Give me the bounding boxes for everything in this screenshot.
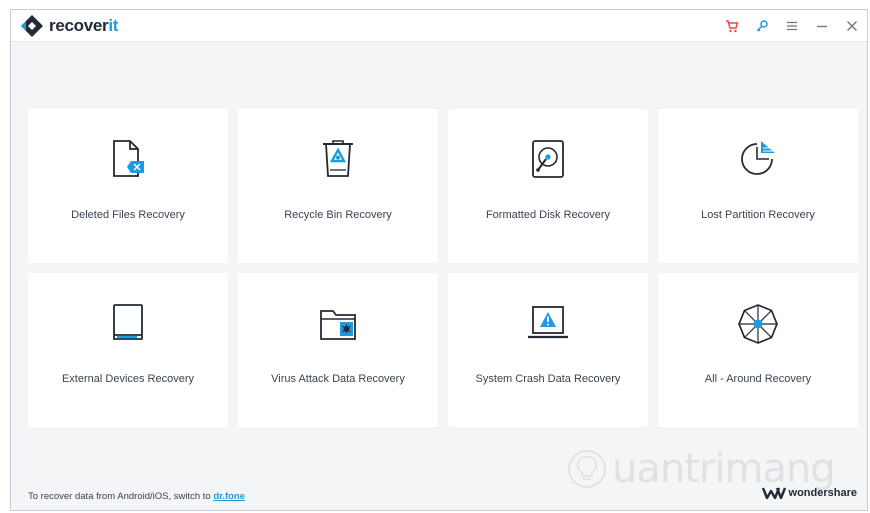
key-icon — [756, 20, 768, 32]
title-controls — [717, 10, 867, 42]
card-label: External Devices Recovery — [61, 373, 195, 385]
title-bar: recoverit — [11, 10, 867, 42]
cart-icon — [726, 20, 739, 33]
card-lost-partition[interactable]: Lost Partition Recovery — [658, 109, 858, 263]
card-label: Formatted Disk Recovery — [485, 209, 611, 221]
app-window: recoverit Deleted Files Recovery Recycle… — [10, 9, 868, 511]
recycle-bin-icon — [238, 139, 438, 179]
cart-button[interactable] — [717, 10, 747, 42]
watermark-text: uantrimang — [612, 446, 836, 492]
card-system-crash[interactable]: System Crash Data Recovery — [448, 273, 648, 427]
app-name-main: recover — [49, 16, 109, 35]
app-name-accent: it — [108, 16, 119, 35]
card-label: Recycle Bin Recovery — [284, 209, 392, 221]
minimize-button[interactable] — [807, 10, 837, 42]
close-button[interactable] — [837, 10, 867, 42]
partition-pie-icon — [658, 139, 858, 179]
card-external-devices[interactable]: External Devices Recovery — [28, 273, 228, 427]
key-button[interactable] — [747, 10, 777, 42]
minimize-icon — [817, 25, 827, 28]
card-recycle-bin[interactable]: Recycle Bin Recovery — [238, 109, 438, 263]
card-label: All - Around Recovery — [704, 373, 812, 385]
close-icon — [847, 21, 857, 31]
hard-disk-icon — [448, 139, 648, 179]
card-deleted-files[interactable]: Deleted Files Recovery — [28, 109, 228, 263]
watermark-bulb-icon — [568, 450, 606, 488]
footer-text: To recover data from Android/iOS, switch… — [28, 491, 211, 502]
watermark: uantrimang — [566, 446, 836, 492]
all-around-icon — [658, 303, 858, 345]
virus-folder-icon — [238, 303, 438, 343]
drfone-link[interactable]: dr.fone — [213, 491, 245, 502]
card-virus-attack[interactable]: Virus Attack Data Recovery — [238, 273, 438, 427]
menu-icon — [787, 21, 797, 31]
laptop-warning-icon — [448, 303, 648, 343]
deleted-file-icon — [28, 139, 228, 179]
card-label: Virus Attack Data Recovery — [271, 373, 405, 385]
wondershare-brand: wondershare — [761, 487, 857, 499]
app-name: recoverit — [49, 16, 118, 36]
card-formatted-disk[interactable]: Formatted Disk Recovery — [448, 109, 648, 263]
wondershare-logo-icon — [761, 487, 786, 499]
external-device-icon — [28, 303, 228, 343]
card-label: Deleted Files Recovery — [71, 209, 185, 221]
recoverit-logo-icon — [21, 15, 43, 37]
card-label: System Crash Data Recovery — [475, 373, 621, 385]
card-all-around[interactable]: All - Around Recovery — [658, 273, 858, 427]
card-label: Lost Partition Recovery — [701, 209, 815, 221]
wondershare-text: wondershare — [788, 487, 857, 499]
menu-button[interactable] — [777, 10, 807, 42]
app-logo: recoverit — [19, 14, 118, 38]
footer-note: To recover data from Android/iOS, switch… — [28, 491, 245, 502]
